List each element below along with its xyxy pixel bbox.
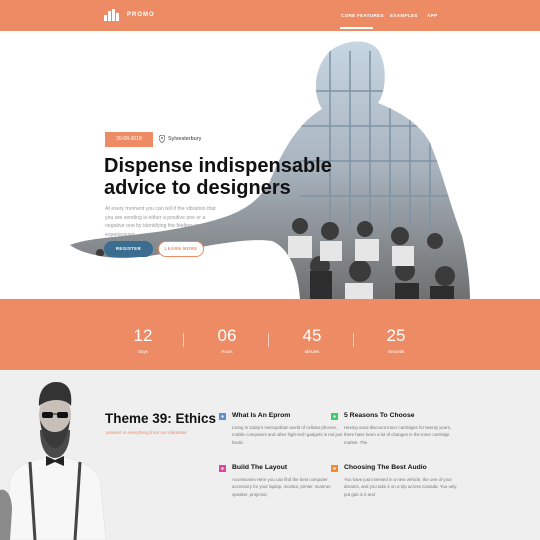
bearded-man-photo xyxy=(0,370,110,540)
countdown-value: 12 xyxy=(133,326,153,345)
learn-more-button[interactable]: LEARN MORE xyxy=(158,241,204,257)
headline-line-2: advice to designers xyxy=(104,177,291,199)
feature-title[interactable]: Build The Layout xyxy=(232,464,347,471)
feature-title[interactable]: 5 Reasons To Choose xyxy=(344,412,459,419)
countdown-divider xyxy=(268,333,269,347)
countdown-seconds: 25 Seconds xyxy=(366,326,426,354)
hero-headline: Dispense indispensable advice to designe… xyxy=(104,155,344,199)
theme-title: Theme 39: Ethics xyxy=(105,411,217,426)
countdown-divider xyxy=(353,333,354,347)
feature-title[interactable]: Choosing The Best Audio xyxy=(344,464,459,471)
countdown-label: Minutes xyxy=(304,349,320,354)
top-navigation-bar: PROMO CORE FEATURES EXAMPLES APP xyxy=(0,0,540,31)
hero-lead-text: At every moment you can tell if the vibr… xyxy=(105,206,216,238)
square-blue-icon xyxy=(219,413,226,420)
countdown-label: Hours xyxy=(221,349,233,354)
countdown-value: 45 xyxy=(302,326,322,345)
countdown-divider xyxy=(183,333,184,347)
active-nav-indicator xyxy=(340,27,373,29)
countdown-minutes: 45 Minutes xyxy=(282,326,342,354)
feature-item: 5 Reasons To Choose Having used discount… xyxy=(331,412,459,446)
feature-text: You have just invested in a new vehicle,… xyxy=(344,477,457,497)
feature-text: Living in today's metropolitan world of … xyxy=(232,425,343,445)
feature-title[interactable]: What Is An Eprom xyxy=(232,412,347,419)
countdown-hours: 06 Hours xyxy=(197,326,257,354)
theme-subtitle: present in everything from our identitie… xyxy=(106,430,187,435)
event-location: Sylvesterbury xyxy=(159,135,201,143)
feature-text: Having used discount toner cartridges fo… xyxy=(344,425,452,445)
feature-item: What Is An Eprom Living in today's metro… xyxy=(219,412,347,446)
register-button[interactable]: REGISTER xyxy=(104,241,153,257)
location-text: Sylvesterbury xyxy=(168,136,202,142)
headline-line-1: Dispense indispensable xyxy=(104,155,332,177)
hero-section: 20-08-2018 Sylvesterbury Dispense indisp… xyxy=(0,31,540,299)
theme-section: Theme 39: Ethics present in everything f… xyxy=(0,370,540,540)
nav-item-examples[interactable]: EXAMPLES xyxy=(390,13,418,18)
nav-item-app[interactable]: APP xyxy=(427,13,437,18)
square-orange-icon xyxy=(331,465,338,472)
countdown-label: Days xyxy=(138,349,148,354)
countdown-label: Seconds xyxy=(387,349,405,354)
countdown-days: 12 Days xyxy=(113,326,173,354)
countdown-value: 25 xyxy=(386,326,406,345)
feature-item: Build The Layout Accessories Here you ca… xyxy=(219,464,347,498)
event-date-badge: 20-08-2018 xyxy=(105,132,153,147)
countdown-band: 12 Days 06 Hours 45 Minutes 25 Seconds xyxy=(0,299,540,370)
feature-text: Accessories Here you can find the best c… xyxy=(232,477,332,497)
square-green-icon xyxy=(331,413,338,420)
countdown-value: 06 xyxy=(217,326,237,345)
feature-item: Choosing The Best Audio You have just in… xyxy=(331,464,459,498)
main-nav: CORE FEATURES EXAMPLES APP xyxy=(0,13,540,21)
square-pink-icon xyxy=(219,465,226,472)
nav-item-core-features[interactable]: CORE FEATURES xyxy=(341,13,384,18)
map-pin-icon xyxy=(159,135,165,143)
